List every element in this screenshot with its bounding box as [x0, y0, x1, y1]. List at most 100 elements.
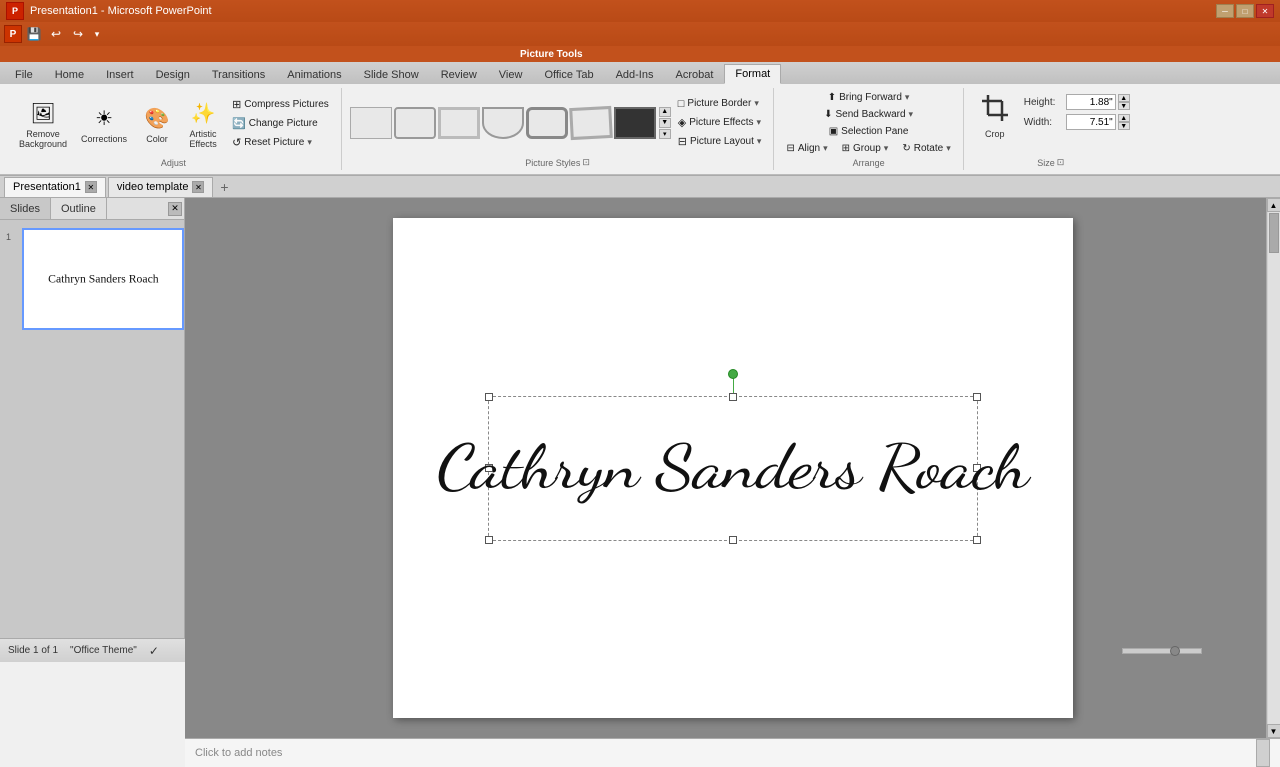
- scroll-thumb[interactable]: [1269, 213, 1279, 253]
- picture-style-1[interactable]: [350, 107, 392, 139]
- width-up[interactable]: ▲: [1118, 114, 1130, 122]
- tab-home[interactable]: Home: [44, 64, 95, 84]
- tab-addins[interactable]: Add-Ins: [605, 64, 665, 84]
- change-pic-icon: 🔄: [232, 117, 246, 130]
- handle-sw[interactable]: [485, 536, 493, 544]
- quick-access-toolbar: P 💾 ↩ ↪ ▾: [0, 22, 1280, 46]
- restore-button[interactable]: □: [1236, 4, 1254, 18]
- size-expand-icon[interactable]: ⊡: [1057, 157, 1065, 168]
- tab-view[interactable]: View: [488, 64, 534, 84]
- styles-down-button[interactable]: ▼: [659, 118, 671, 128]
- align-button[interactable]: ⊟ Align ▾: [782, 141, 831, 156]
- spell-check-icon[interactable]: ✓: [149, 644, 159, 658]
- picture-effects-button[interactable]: ◈ Picture Effects ▾: [674, 114, 766, 131]
- width-input[interactable]: [1066, 114, 1116, 130]
- close-button[interactable]: ✕: [1256, 4, 1274, 18]
- handle-n[interactable]: [729, 393, 737, 401]
- tab-transitions[interactable]: Transitions: [201, 64, 276, 84]
- height-input[interactable]: [1066, 94, 1116, 110]
- zoom-thumb[interactable]: [1170, 646, 1180, 656]
- scroll-track[interactable]: [1268, 212, 1280, 724]
- artistic-effects-button[interactable]: ✨ ArtisticEffects: [182, 94, 224, 152]
- panel-close-button[interactable]: ✕: [168, 202, 182, 216]
- send-backward-button[interactable]: ⬇ Send Backward ▾: [820, 107, 917, 122]
- picture-border-button[interactable]: □ Picture Border ▾: [674, 96, 766, 112]
- handle-nw[interactable]: [485, 393, 493, 401]
- undo-button[interactable]: ↩: [46, 25, 66, 43]
- slide-1-thumbnail[interactable]: Cathryn Sanders Roach: [22, 228, 184, 330]
- tab-acrobat[interactable]: Acrobat: [664, 64, 724, 84]
- scroll-down-button[interactable]: ▼: [1267, 724, 1280, 738]
- picture-style-7[interactable]: [614, 107, 656, 139]
- styles-more-button[interactable]: ▾: [659, 129, 671, 139]
- picture-style-6[interactable]: [569, 105, 613, 139]
- rotate-button[interactable]: ↻ Rotate ▾: [898, 141, 954, 156]
- styles-up-button[interactable]: ▲: [659, 107, 671, 117]
- artistic-effects-label: ArtisticEffects: [189, 129, 216, 149]
- picture-style-2[interactable]: [394, 107, 436, 139]
- app-icon: P: [6, 2, 24, 20]
- picture-styles-expand-icon[interactable]: ⊡: [582, 157, 590, 168]
- tab-file[interactable]: File: [4, 64, 44, 84]
- tab-slideshow[interactable]: Slide Show: [353, 64, 430, 84]
- selected-image-container[interactable]: Cathryn Sanders Roach: [488, 396, 978, 541]
- width-down[interactable]: ▼: [1118, 122, 1130, 130]
- tab-animations[interactable]: Animations: [276, 64, 352, 84]
- picture-style-4[interactable]: [482, 107, 524, 139]
- reset-picture-button[interactable]: ↺ Reset Picture ▾: [228, 134, 333, 151]
- tab-insert[interactable]: Insert: [95, 64, 145, 84]
- change-picture-button[interactable]: 🔄 Change Picture: [228, 115, 333, 132]
- crop-button[interactable]: Crop: [972, 90, 1018, 142]
- layout-label: Picture Layout: [690, 136, 754, 147]
- save-button[interactable]: 💾: [24, 25, 44, 43]
- remove-background-button[interactable]: 🖼 RemoveBackground: [14, 94, 72, 152]
- redo-button[interactable]: ↪: [68, 25, 88, 43]
- slide-thumbnails: 1 Cathryn Sanders Roach: [0, 220, 184, 638]
- effects-icon: ◈: [678, 116, 686, 129]
- notes-area[interactable]: Click to add notes: [185, 738, 1280, 767]
- tab-officetab[interactable]: Office Tab: [533, 64, 604, 84]
- minimize-button[interactable]: ─: [1216, 4, 1234, 18]
- zoom-slider[interactable]: [1122, 648, 1202, 654]
- change-pic-label: Change Picture: [249, 118, 318, 129]
- tab-format[interactable]: Format: [724, 64, 781, 84]
- rotate-handle[interactable]: [728, 369, 738, 379]
- tab-design[interactable]: Design: [145, 64, 201, 84]
- picture-style-3[interactable]: [438, 107, 480, 139]
- notes-scrollbar[interactable]: [1256, 739, 1270, 767]
- height-down[interactable]: ▼: [1118, 102, 1130, 110]
- selection-pane-button[interactable]: ▣ Selection Pane: [825, 124, 913, 139]
- slide-workspace[interactable]: ▲ ▼ Cathry: [185, 198, 1280, 738]
- tab-review[interactable]: Review: [430, 64, 488, 84]
- vertical-scrollbar[interactable]: ▲ ▼: [1266, 198, 1280, 738]
- align-label: Align: [798, 143, 820, 154]
- slides-tab[interactable]: Slides: [0, 198, 51, 219]
- handle-se[interactable]: [973, 536, 981, 544]
- tab-video-template-label: video template: [117, 181, 189, 193]
- picture-style-5[interactable]: [526, 107, 568, 139]
- bring-forward-button[interactable]: ⬆ Bring Forward ▾: [824, 90, 914, 105]
- group-icon: ⊞: [842, 143, 850, 154]
- height-spinner: ▲ ▼: [1118, 94, 1130, 110]
- arrange-row4: ⊟ Align ▾ ⊞ Group ▾ ↻ Rotate ▾: [782, 141, 954, 156]
- group-button[interactable]: ⊞ Group ▾: [838, 141, 893, 156]
- tab-presentation1-close[interactable]: ✕: [85, 181, 97, 193]
- picture-layout-button[interactable]: ⊟ Picture Layout ▾: [674, 133, 766, 150]
- tab-video-template-close[interactable]: ✕: [192, 181, 204, 193]
- tab-video-template[interactable]: video template ✕: [108, 177, 214, 197]
- corrections-icon: ☀: [88, 102, 120, 134]
- scroll-up-button[interactable]: ▲: [1267, 198, 1280, 212]
- add-document-button[interactable]: +: [215, 178, 233, 196]
- ribbon: Picture Tools File Home Insert Design Tr…: [0, 46, 1280, 176]
- color-button[interactable]: 🎨 Color: [136, 99, 178, 147]
- handle-s[interactable]: [729, 536, 737, 544]
- tab-presentation1[interactable]: Presentation1 ✕: [4, 177, 106, 197]
- outline-tab[interactable]: Outline: [51, 198, 107, 219]
- corrections-button[interactable]: ☀ Corrections: [76, 99, 132, 147]
- align-dropdown: ▾: [823, 143, 828, 154]
- handle-ne[interactable]: [973, 393, 981, 401]
- quick-access-dropdown[interactable]: ▾: [90, 25, 104, 43]
- compress-pictures-button[interactable]: ⊞ Compress Pictures: [228, 96, 333, 113]
- selection-pane-label: Selection Pane: [841, 126, 908, 137]
- height-up[interactable]: ▲: [1118, 94, 1130, 102]
